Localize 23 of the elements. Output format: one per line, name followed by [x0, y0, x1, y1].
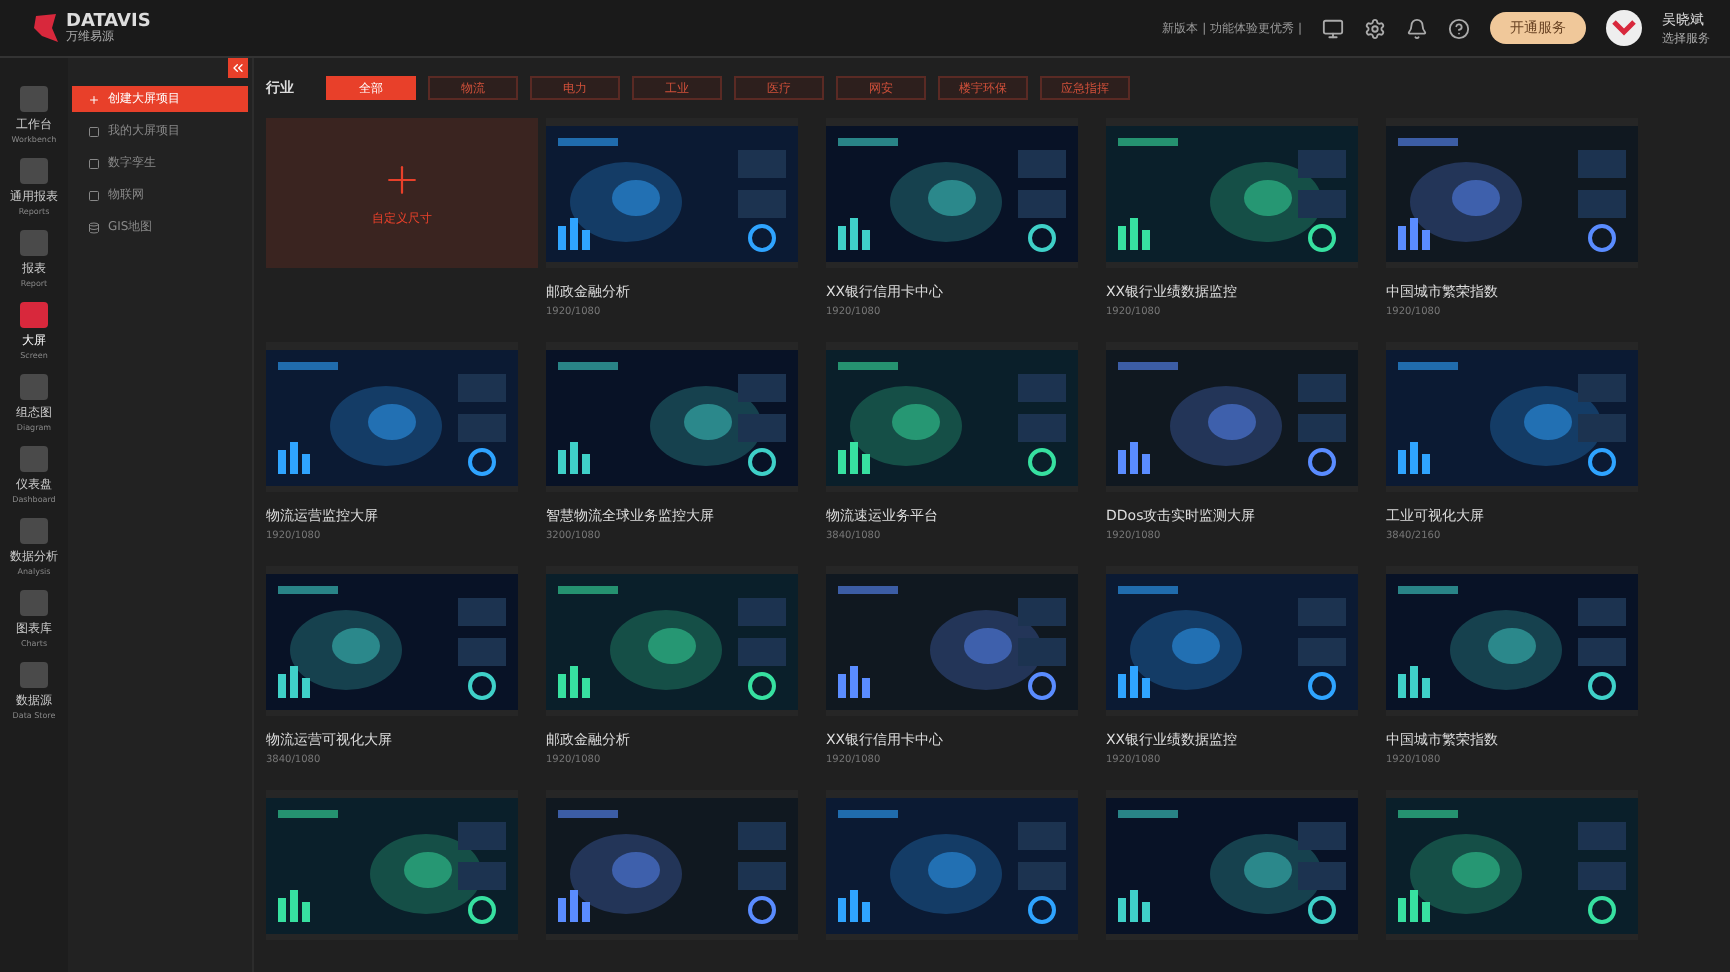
nav-icon[interactable] [19, 446, 48, 472]
nav-icon[interactable] [20, 230, 48, 256]
database-icon [88, 221, 100, 233]
nav-icon[interactable] [20, 590, 48, 616]
nav-icon[interactable] [20, 86, 48, 112]
nav-icon[interactable] [20, 518, 48, 544]
monitor-icon[interactable] [1322, 17, 1344, 39]
chevrons-left-icon [230, 60, 246, 76]
bell-icon[interactable] [1406, 17, 1428, 39]
nav-icon[interactable] [20, 302, 48, 328]
square-icon [88, 189, 100, 201]
brand-name: DATAVIS [66, 13, 151, 31]
help-icon[interactable] [1448, 17, 1470, 39]
collapse-button[interactable] [228, 58, 248, 78]
nav-icon[interactable] [20, 158, 48, 184]
settings-icon[interactable] [1364, 17, 1386, 39]
square-icon [88, 125, 100, 137]
nav-icon[interactable] [20, 374, 48, 400]
avatar[interactable] [1606, 10, 1642, 46]
plus-icon [88, 93, 100, 105]
square-icon [88, 157, 100, 169]
logo-icon [32, 12, 60, 44]
nav-icon[interactable] [20, 662, 48, 688]
